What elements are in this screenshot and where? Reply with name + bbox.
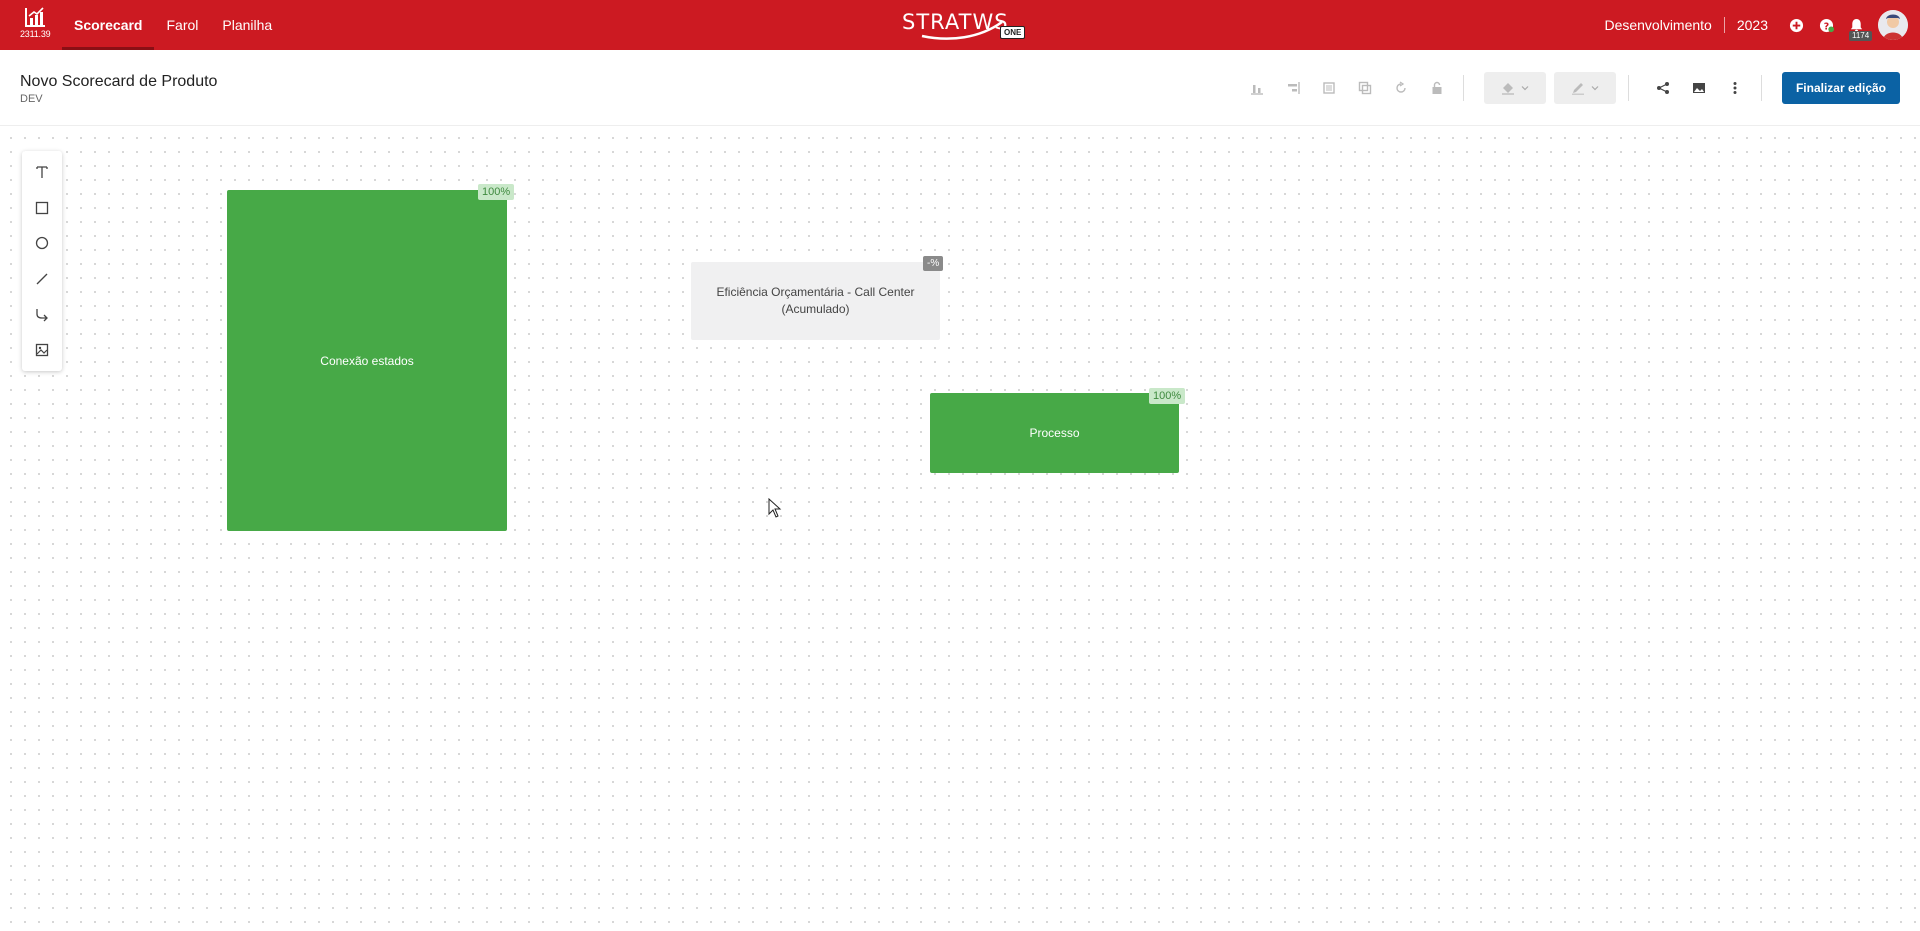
nav-farol[interactable]: Farol xyxy=(154,0,210,50)
fill-color-dropdown[interactable] xyxy=(1483,72,1546,104)
scorecard-node-processo[interactable]: Processo xyxy=(930,393,1179,473)
shape-tools-panel xyxy=(22,151,62,371)
year-selector[interactable]: 2023 xyxy=(1725,17,1768,33)
notification-count: 1174 xyxy=(1849,31,1873,41)
align-right-icon[interactable] xyxy=(1279,74,1307,102)
bell-icon[interactable]: 1174 xyxy=(1848,17,1873,41)
align-bottom-icon[interactable] xyxy=(1243,74,1271,102)
connector-tool-icon[interactable] xyxy=(27,300,57,330)
pen-icon xyxy=(1571,83,1584,95)
page-title: Novo Scorecard de Produto xyxy=(20,73,218,90)
user-avatar[interactable] xyxy=(1878,10,1908,40)
node-percentage-badge: -% xyxy=(923,256,944,271)
node-percentage-badge: 100% xyxy=(478,184,515,200)
page-subtitle: DEV xyxy=(20,93,43,105)
top-bar: 2311.39 Scorecard Farol Planilha STRATWS… xyxy=(0,0,1920,50)
chart-logo-icon xyxy=(25,7,45,27)
more-vertical-icon[interactable] xyxy=(1721,74,1749,102)
svg-text:?: ? xyxy=(1823,21,1828,32)
brand-badge: ONE xyxy=(1000,26,1026,39)
toolbar-divider xyxy=(1627,75,1629,101)
rotate-icon[interactable] xyxy=(1387,74,1415,102)
paint-bucket-icon xyxy=(1501,83,1514,95)
document-header: Novo Scorecard de Produto DEV Finalizar … xyxy=(0,50,1920,126)
nav-planilha[interactable]: Planilha xyxy=(210,0,284,50)
duplicate-icon[interactable] xyxy=(1351,74,1379,102)
line-tool-icon[interactable] xyxy=(27,264,57,294)
brand-logo: STRATWS ONE xyxy=(900,8,1026,42)
ellipse-tool-icon[interactable] xyxy=(27,228,57,258)
chevron-down-icon xyxy=(1521,86,1529,91)
toolbar-divider xyxy=(1760,75,1762,101)
stroke-color-dropdown[interactable] xyxy=(1553,72,1616,104)
environment-selector[interactable]: Desenvolvimento xyxy=(1604,17,1725,33)
top-right-controls: Desenvolvimento 2023 ? 1174 xyxy=(1604,0,1920,50)
finish-editing-button[interactable]: Finalizar edição xyxy=(1781,72,1900,104)
node-label: Eficiência Orçamentária - Call Center (A… xyxy=(716,285,915,316)
app-version: 2311.39 xyxy=(20,29,51,39)
scorecard-node-eficiencia-orcamentaria[interactable]: Eficiência Orçamentária - Call Center (A… xyxy=(691,262,940,340)
scorecard-node-conexao-estados[interactable]: Conexão estados xyxy=(227,190,507,531)
node-label: Conexão estados xyxy=(320,353,414,368)
rectangle-tool-icon[interactable] xyxy=(27,193,57,223)
image-tool-icon[interactable] xyxy=(27,335,57,365)
chevron-down-icon xyxy=(1591,86,1599,91)
main-nav: Scorecard Farol Planilha xyxy=(62,0,284,50)
help-icon[interactable]: ? xyxy=(1818,17,1834,33)
add-icon[interactable] xyxy=(1788,17,1804,33)
text-tool-icon[interactable] xyxy=(27,157,57,187)
mouse-cursor-icon xyxy=(768,498,782,518)
bring-front-icon[interactable] xyxy=(1315,74,1343,102)
share-icon[interactable] xyxy=(1649,74,1677,102)
app-logo[interactable]: 2311.39 xyxy=(20,6,51,46)
node-label: Processo xyxy=(1029,426,1080,440)
lock-icon[interactable] xyxy=(1423,74,1451,102)
image-icon[interactable] xyxy=(1685,74,1713,102)
toolbar-divider xyxy=(1462,75,1464,101)
editor-toolbar: Finalizar edição xyxy=(1235,72,1900,104)
nav-scorecard[interactable]: Scorecard xyxy=(62,0,155,50)
node-percentage-badge: 100% xyxy=(1149,388,1186,404)
